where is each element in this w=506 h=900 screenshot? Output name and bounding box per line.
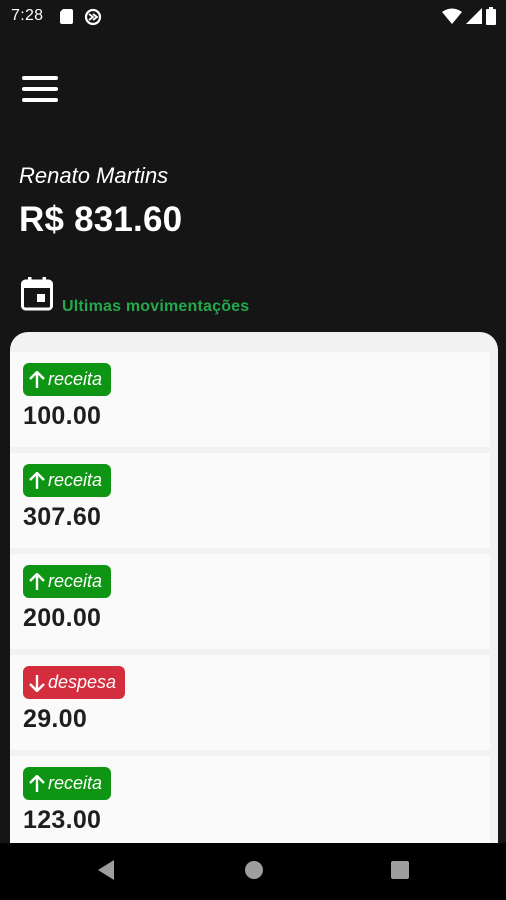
transaction-amount: 307.60	[23, 503, 102, 531]
status-badge: receita	[23, 565, 112, 598]
status-time: 7:28	[11, 7, 44, 24]
badge-label: receita	[48, 773, 103, 793]
recents-icon[interactable]	[390, 859, 410, 886]
user-name: Renato Martins	[19, 163, 169, 188]
status-icons	[442, 7, 496, 30]
sync-icon	[84, 8, 102, 31]
badge-label: receita	[48, 369, 103, 389]
arrow-up-icon	[29, 774, 45, 792]
status-badge: receita	[23, 767, 112, 800]
transactions-card: receita 100.00 receita 307.60 receita 20…	[10, 332, 498, 852]
arrow-up-icon	[29, 572, 45, 590]
transaction-amount: 29.00	[23, 705, 88, 733]
calendar-icon[interactable]	[21, 277, 53, 311]
signal-icon	[466, 8, 482, 29]
arrow-down-icon	[29, 674, 45, 692]
arrow-up-icon	[29, 370, 45, 388]
list-item[interactable]: receita 307.60	[10, 453, 490, 548]
status-badge: despesa	[23, 666, 126, 699]
status-bar: 7:28	[0, 0, 506, 32]
status-badge: receita	[23, 464, 112, 497]
badge-label: receita	[48, 470, 103, 490]
list-item[interactable]: receita 100.00	[10, 352, 490, 447]
navigation-bar	[0, 843, 506, 900]
wifi-icon	[442, 8, 462, 29]
badge-label: despesa	[48, 672, 117, 692]
app-screen: 7:28 Renato Martins R$ 831.60 Ultimas mo…	[0, 0, 506, 900]
home-icon[interactable]	[244, 859, 264, 886]
badge-label: receita	[48, 571, 103, 591]
list-item[interactable]: receita 200.00	[10, 554, 490, 649]
status-badge: receita	[23, 363, 112, 396]
hamburger-menu-icon[interactable]	[21, 74, 59, 104]
list-item[interactable]: despesa 29.00	[10, 655, 490, 750]
transaction-amount: 123.00	[23, 806, 102, 834]
transaction-amount: 100.00	[23, 402, 102, 430]
list-item[interactable]: receita 123.00	[10, 756, 490, 851]
transaction-amount: 200.00	[23, 604, 102, 632]
arrow-up-icon	[29, 471, 45, 489]
sd-card-icon	[60, 9, 73, 29]
section-title: Ultimas movimentações	[62, 298, 250, 315]
account-balance: R$ 831.60	[19, 200, 183, 239]
back-icon[interactable]	[96, 859, 116, 886]
battery-icon	[486, 7, 496, 30]
